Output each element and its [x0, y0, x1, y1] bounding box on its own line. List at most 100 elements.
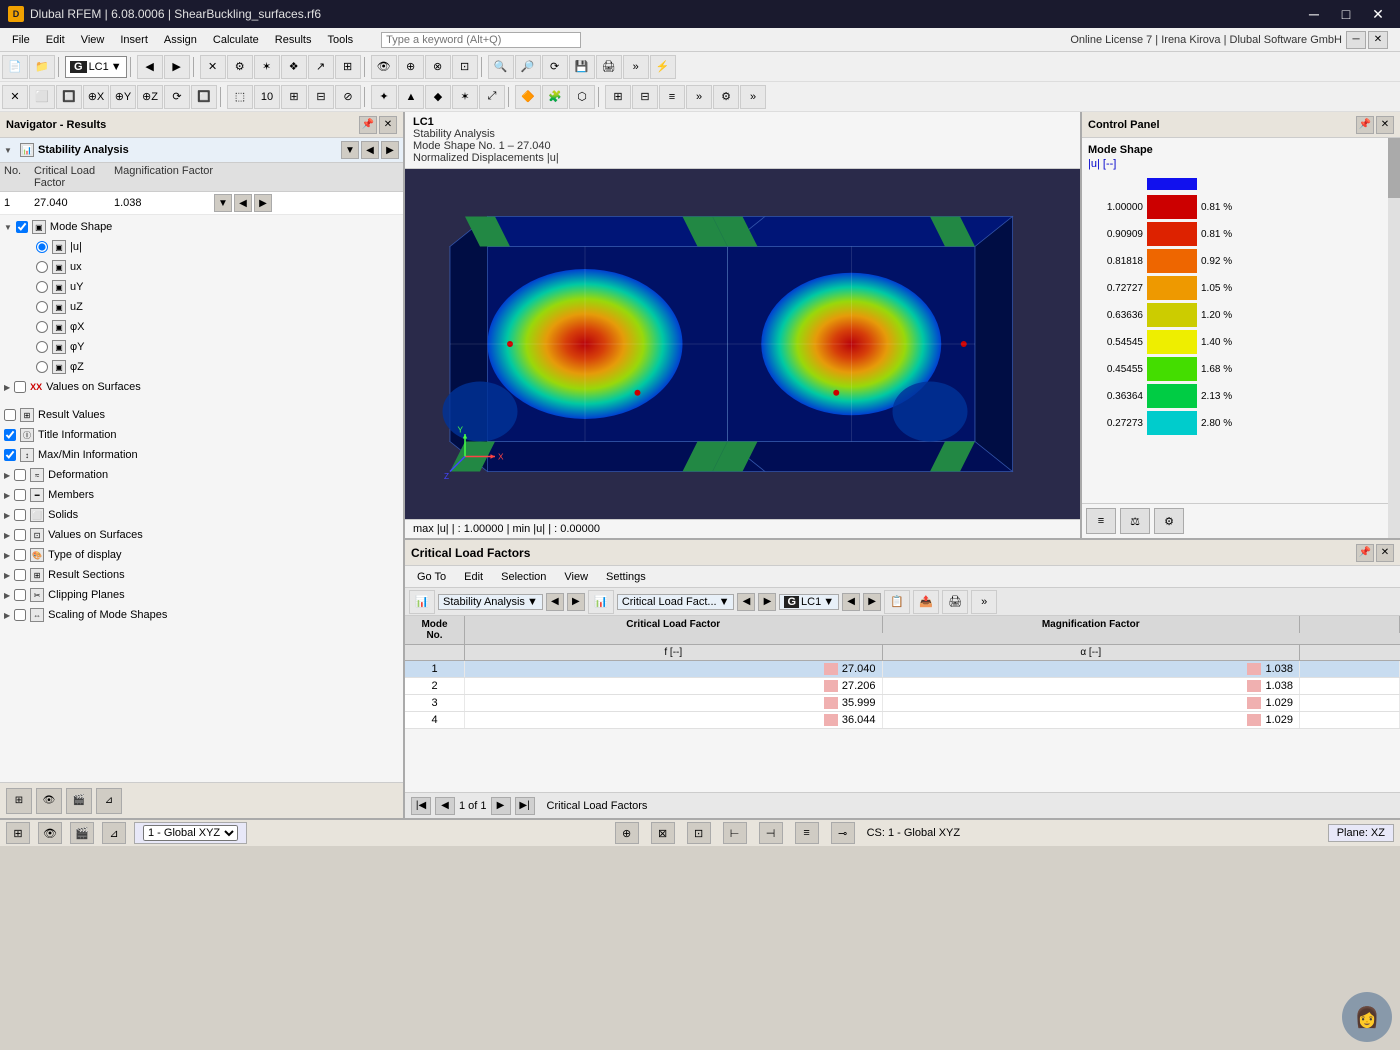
menu-edit[interactable]: Edit: [38, 28, 73, 51]
clf-lc-dropdown[interactable]: ▼: [823, 596, 834, 608]
clf-nav-prev[interactable]: ◀: [546, 593, 564, 611]
stability-expand[interactable]: ▼: [4, 146, 16, 155]
clf-lc-prev[interactable]: ◀: [842, 593, 860, 611]
clf-btn-print[interactable]: 🖨: [942, 590, 968, 614]
t2-btn-23[interactable]: ⊟: [632, 85, 658, 109]
status-cs[interactable]: 1 - Global XYZ: [134, 822, 247, 844]
toolbar-btn-18[interactable]: 💾: [569, 55, 595, 79]
t2-btn-8[interactable]: 🔲: [191, 85, 217, 109]
nav-mode-ux[interactable]: ▣ ux: [0, 257, 403, 277]
mode-radio-u-abs[interactable]: [36, 241, 48, 253]
status-tool-2[interactable]: ⊠: [651, 822, 675, 844]
toolbar-btn-12[interactable]: ⊕: [398, 55, 424, 79]
toolbar-btn-4[interactable]: ▶: [164, 55, 190, 79]
nav-bottom-btn-3[interactable]: 🎬: [66, 788, 92, 814]
maxmin-checkbox[interactable]: [4, 449, 16, 461]
t2-btn-3[interactable]: 🔲: [56, 85, 82, 109]
solids-checkbox[interactable]: [14, 509, 26, 521]
minimize-button[interactable]: ─: [1300, 4, 1328, 24]
toolbar-btn-9[interactable]: ↗: [308, 55, 334, 79]
scaling-checkbox[interactable]: [14, 609, 26, 621]
cp-bottom-btn-1[interactable]: ≡: [1086, 508, 1116, 534]
clf-table-selector[interactable]: Critical Load Fact... ▼: [617, 594, 735, 610]
mode-radio-uy[interactable]: [36, 281, 48, 293]
clf-row-4[interactable]: 4 36.044 1.029: [405, 712, 1400, 729]
nav-mode-phix[interactable]: ▣ φX: [0, 317, 403, 337]
maximize-button[interactable]: □: [1332, 4, 1360, 24]
status-tool-6[interactable]: ≡: [795, 822, 819, 844]
values-surfaces-checkbox[interactable]: [14, 381, 26, 393]
stability-next[interactable]: ▶: [381, 141, 399, 159]
result-sections-checkbox[interactable]: [14, 569, 26, 581]
clf-lc-selector[interactable]: G LC1 ▼: [779, 594, 839, 610]
t2-btn-2[interactable]: ⬜: [29, 85, 55, 109]
t2-btn-19[interactable]: 🔶: [515, 85, 541, 109]
toolbar-btn-13[interactable]: ⊗: [425, 55, 451, 79]
menu-results[interactable]: Results: [267, 28, 320, 51]
toolbar-btn-14[interactable]: ⊡: [452, 55, 478, 79]
viz-canvas[interactable]: X Y Z: [405, 169, 1080, 519]
t2-btn-15[interactable]: ▲: [398, 85, 424, 109]
clf-nav-next[interactable]: ▶: [567, 593, 585, 611]
nav-close-btn[interactable]: ✕: [379, 116, 397, 134]
t2-btn-1[interactable]: ✕: [2, 85, 28, 109]
toolbar-btn-19[interactable]: 🖨: [596, 55, 622, 79]
clf-row-3[interactable]: 3 35.999 1.029: [405, 695, 1400, 712]
scaling-expand[interactable]: ▶: [4, 611, 10, 620]
mode-radio-phiy[interactable]: [36, 341, 48, 353]
t2-btn-6[interactable]: ⊕Z: [137, 85, 163, 109]
mode-radio-phiz[interactable]: [36, 361, 48, 373]
status-tool-4[interactable]: ⊢: [723, 822, 747, 844]
t2-btn-14[interactable]: ✦: [371, 85, 397, 109]
toolbar-btn-20[interactable]: »: [623, 55, 649, 79]
status-btn-4[interactable]: ⊿: [102, 822, 126, 844]
solids-expand[interactable]: ▶: [4, 511, 10, 520]
nav-solids[interactable]: ▶ ⬜ Solids: [0, 505, 403, 525]
clf-menu-view[interactable]: View: [556, 570, 596, 584]
t2-btn-22[interactable]: ⊞: [605, 85, 631, 109]
cp-scrollbar[interactable]: [1388, 138, 1400, 538]
toolbar-btn-3[interactable]: ◀: [137, 55, 163, 79]
toolbar-btn-5[interactable]: ✕: [200, 55, 226, 79]
t2-btn-25[interactable]: »: [686, 85, 712, 109]
values-surfaces-expand[interactable]: ▶: [4, 383, 10, 392]
nav-scaling-mode[interactable]: ▶ ⇔ Scaling of Mode Shapes: [0, 605, 403, 625]
cp-pin-btn[interactable]: 📌: [1356, 116, 1374, 134]
menu-calculate[interactable]: Calculate: [205, 28, 267, 51]
nav-values-surfaces-2[interactable]: ▶ ⊡ Values on Surfaces: [0, 525, 403, 545]
stability-prev[interactable]: ◀: [361, 141, 379, 159]
t2-btn-13[interactable]: ⊘: [335, 85, 361, 109]
page-prev[interactable]: ◀: [435, 797, 455, 815]
members-checkbox[interactable]: [14, 489, 26, 501]
nav-mode-u-abs[interactable]: ▣ |u|: [0, 237, 403, 257]
secondary-close[interactable]: ✕: [1368, 31, 1388, 49]
lc-selector[interactable]: G LC1 ▼: [65, 56, 127, 78]
secondary-minimize[interactable]: ─: [1346, 31, 1366, 49]
clf-btn-export[interactable]: 📤: [913, 590, 939, 614]
clf-close-btn[interactable]: ✕: [1376, 544, 1394, 562]
menu-assign[interactable]: Assign: [156, 28, 205, 51]
t2-btn-16[interactable]: ◆: [425, 85, 451, 109]
menu-tools[interactable]: Tools: [319, 28, 361, 51]
t2-btn-5[interactable]: ⊕Y: [110, 85, 136, 109]
status-tool-7[interactable]: ⊸: [831, 822, 855, 844]
clipping-expand[interactable]: ▶: [4, 591, 10, 600]
toolbar-btn-10[interactable]: ⊞: [335, 55, 361, 79]
row-dropdown[interactable]: ▼: [214, 194, 232, 212]
nav-bottom-btn-4[interactable]: ⊿: [96, 788, 122, 814]
t2-btn-26[interactable]: ⚙: [713, 85, 739, 109]
nav-clipping-planes[interactable]: ▶ ✂ Clipping Planes: [0, 585, 403, 605]
nav-mode-uz[interactable]: ▣ uZ: [0, 297, 403, 317]
status-btn-2[interactable]: 👁: [38, 822, 62, 844]
menu-insert[interactable]: Insert: [112, 28, 156, 51]
t2-btn-12[interactable]: ⊟: [308, 85, 334, 109]
title-info-checkbox[interactable]: [4, 429, 16, 441]
page-next[interactable]: ▶: [491, 797, 511, 815]
nav-mode-phiz[interactable]: ▣ φZ: [0, 357, 403, 377]
nav-bottom-btn-2[interactable]: 👁: [36, 788, 62, 814]
clf-menu-goto[interactable]: Go To: [409, 570, 454, 584]
mode-radio-ux[interactable]: [36, 261, 48, 273]
clf-table-prev[interactable]: ◀: [737, 593, 755, 611]
clf-tb-icon[interactable]: 📊: [409, 590, 435, 614]
t2-btn-27[interactable]: »: [740, 85, 766, 109]
